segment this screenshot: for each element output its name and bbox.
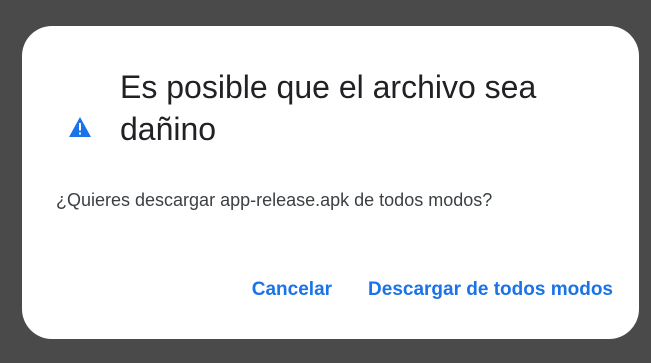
download-anyway-button[interactable]: Descargar de todos modos — [368, 279, 613, 301]
dialog-message: ¿Quieres descargar app-release.apk de to… — [56, 190, 493, 210]
dialog-actions: Cancelar Descargar de todos modos — [252, 279, 613, 301]
cancel-button[interactable]: Cancelar — [252, 279, 332, 301]
warning-triangle-icon — [69, 117, 91, 137]
download-warning-dialog: Es posible que el archivo sea dañino ¿Qu… — [22, 26, 639, 339]
dialog-title: Es posible que el archivo sea dañino — [120, 69, 537, 147]
